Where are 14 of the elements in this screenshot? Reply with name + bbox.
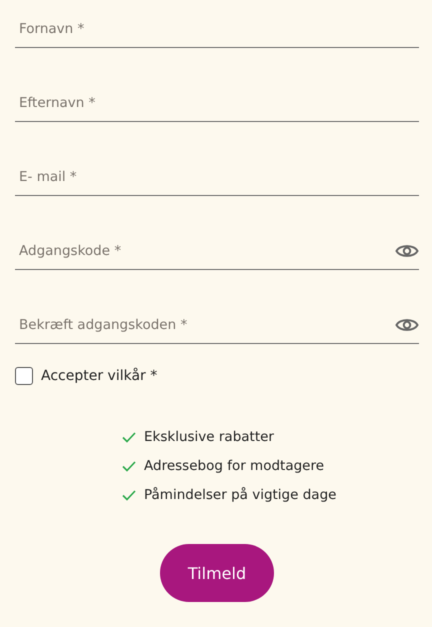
benefit-text: Adressebog for modtagere <box>144 458 324 474</box>
password-field[interactable]: Adgangskode * <box>15 232 395 258</box>
benefit-text: Påmindelser på vigtige dage <box>144 487 336 503</box>
input-field[interactable]: Efternavn * <box>15 84 419 110</box>
password-field[interactable]: Bekræft adgangskoden * <box>15 306 395 332</box>
signup-button[interactable]: Tilmeld <box>160 544 274 602</box>
check-icon <box>122 460 136 472</box>
checkbox[interactable] <box>15 367 33 385</box>
input-field[interactable]: E- mail * <box>15 158 419 184</box>
benefit-text: Eksklusive rabatter <box>144 429 274 445</box>
checkbox-label: Accepter vilkår * <box>41 368 158 384</box>
input-field[interactable]: Fornavn * <box>15 10 419 36</box>
check-icon <box>122 432 136 442</box>
check-icon <box>122 490 136 500</box>
